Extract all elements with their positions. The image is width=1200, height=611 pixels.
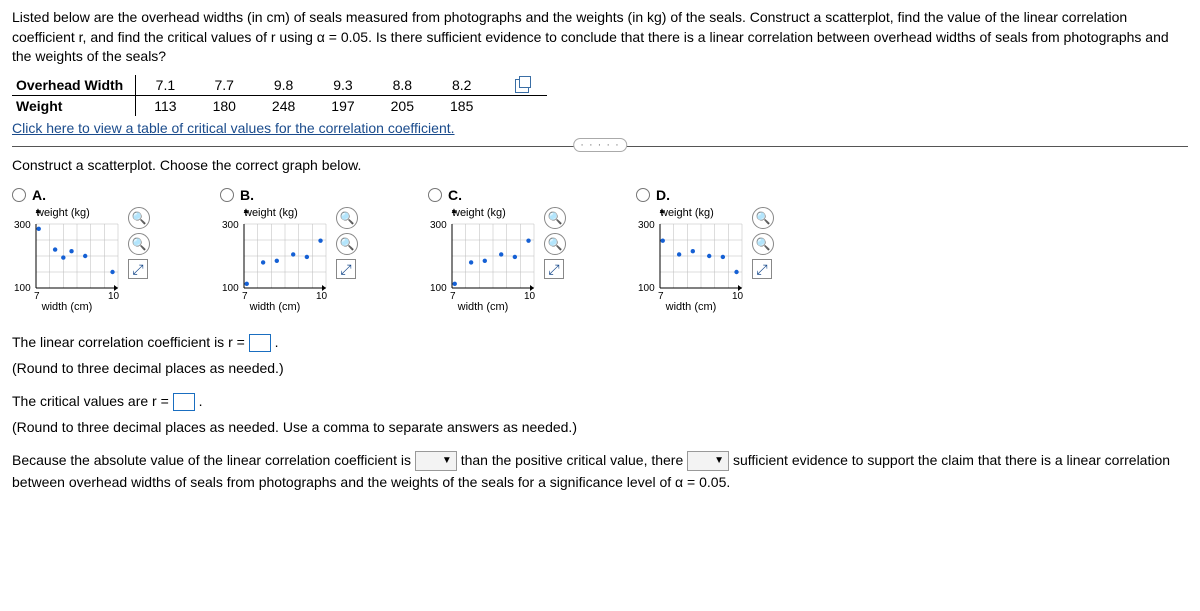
chart-C-ylabel: weight (kg) (452, 207, 538, 219)
svg-text:10: 10 (524, 291, 536, 300)
chart-C: weight (kg) 300 100 7 10 width (cm) (428, 207, 538, 313)
expand-icon[interactable]: ⤢ (336, 259, 356, 279)
expand-icon[interactable]: ⤢ (544, 259, 564, 279)
option-D-label: D. (656, 187, 670, 203)
weight-3: 197 (313, 96, 372, 117)
chart-D: weight (kg) 300 100 7 10 width (cm) (636, 207, 746, 313)
svg-text:100: 100 (222, 283, 239, 294)
chart-D-ylabel: weight (kg) (660, 207, 746, 219)
zoom-in-icon[interactable]: 🔍 (544, 207, 566, 229)
option-C-label: C. (448, 187, 462, 203)
row1-label: Overhead Width (12, 75, 136, 96)
zoom-out-icon[interactable]: 🔍 (336, 233, 358, 255)
zoom-in-icon[interactable]: 🔍 (336, 207, 358, 229)
svg-text:7: 7 (658, 291, 664, 300)
option-B-label: B. (240, 187, 254, 203)
option-A-radio[interactable] (12, 188, 26, 202)
row2-label: Weight (12, 96, 136, 117)
width-2: 9.8 (254, 75, 313, 96)
width-1: 7.7 (195, 75, 254, 96)
q2-pre: The critical values are r = (12, 393, 173, 409)
weight-0: 113 (136, 96, 195, 117)
svg-text:7: 7 (34, 291, 40, 300)
zoom-out-icon[interactable]: 🔍 (128, 233, 150, 255)
option-C-radio[interactable] (428, 188, 442, 202)
weight-2: 248 (254, 96, 313, 117)
chart-B-xlabel: width (cm) (220, 301, 330, 313)
question-intro: Listed below are the overhead widths (in… (12, 8, 1188, 67)
option-B-radio[interactable] (220, 188, 234, 202)
chart-A-ylabel: weight (kg) (36, 207, 122, 219)
option-D-radio[interactable] (636, 188, 650, 202)
compare-dropdown[interactable] (415, 451, 457, 471)
chart-C-xlabel: width (cm) (428, 301, 538, 313)
svg-text:300: 300 (14, 220, 31, 231)
chart-A-xlabel: width (cm) (12, 301, 122, 313)
critical-values-link[interactable]: Click here to view a table of critical v… (12, 120, 455, 136)
width-5: 8.2 (432, 75, 491, 96)
zoom-in-icon[interactable]: 🔍 (128, 207, 150, 229)
svg-text:7: 7 (242, 291, 248, 300)
svg-text:100: 100 (430, 283, 447, 294)
options-row: A. weight (kg) 300 100 7 10 width (cm) 🔍… (12, 187, 1188, 313)
q1-post: . (275, 334, 279, 350)
weight-5: 185 (432, 96, 491, 117)
expand-icon[interactable]: ⤢ (128, 259, 148, 279)
svg-text:100: 100 (638, 283, 655, 294)
zoom-out-icon[interactable]: 🔍 (752, 233, 774, 255)
concl-2: than the positive critical value, there (461, 452, 687, 468)
scatter-prompt: Construct a scatterplot. Choose the corr… (12, 157, 1188, 173)
sufficiency-dropdown[interactable] (687, 451, 729, 471)
svg-text:300: 300 (430, 220, 447, 231)
width-0: 7.1 (136, 75, 195, 96)
width-3: 9.3 (313, 75, 372, 96)
r-input[interactable] (249, 334, 271, 352)
zoom-out-icon[interactable]: 🔍 (544, 233, 566, 255)
q2-post: . (199, 393, 203, 409)
q1-pre: The linear correlation coefficient is r … (12, 334, 249, 350)
concl-1: Because the absolute value of the linear… (12, 452, 415, 468)
chart-A: weight (kg) 300 100 7 10 width (cm) (12, 207, 122, 313)
q2-hint: (Round to three decimal places as needed… (12, 416, 1188, 438)
weight-1: 180 (195, 96, 254, 117)
svg-text:100: 100 (14, 283, 31, 294)
chart-B-ylabel: weight (kg) (244, 207, 330, 219)
data-table: Overhead Width 7.1 7.7 9.8 9.3 8.8 8.2 W… (12, 75, 547, 116)
expand-icon[interactable]: ⤢ (752, 259, 772, 279)
svg-text:300: 300 (638, 220, 655, 231)
svg-text:10: 10 (108, 291, 120, 300)
svg-text:7: 7 (450, 291, 456, 300)
critical-r-input[interactable] (173, 393, 195, 411)
zoom-in-icon[interactable]: 🔍 (752, 207, 774, 229)
chart-D-xlabel: width (cm) (636, 301, 746, 313)
svg-text:300: 300 (222, 220, 239, 231)
chart-B: weight (kg) 300 100 7 10 width (cm) (220, 207, 330, 313)
width-4: 8.8 (373, 75, 432, 96)
divider-collapse-icon[interactable]: · · · · · (573, 138, 627, 152)
option-A-label: A. (32, 187, 46, 203)
svg-text:10: 10 (732, 291, 744, 300)
weight-4: 205 (373, 96, 432, 117)
q1-hint: (Round to three decimal places as needed… (12, 357, 1188, 379)
svg-text:10: 10 (316, 291, 328, 300)
copy-table-icon[interactable] (515, 79, 529, 93)
